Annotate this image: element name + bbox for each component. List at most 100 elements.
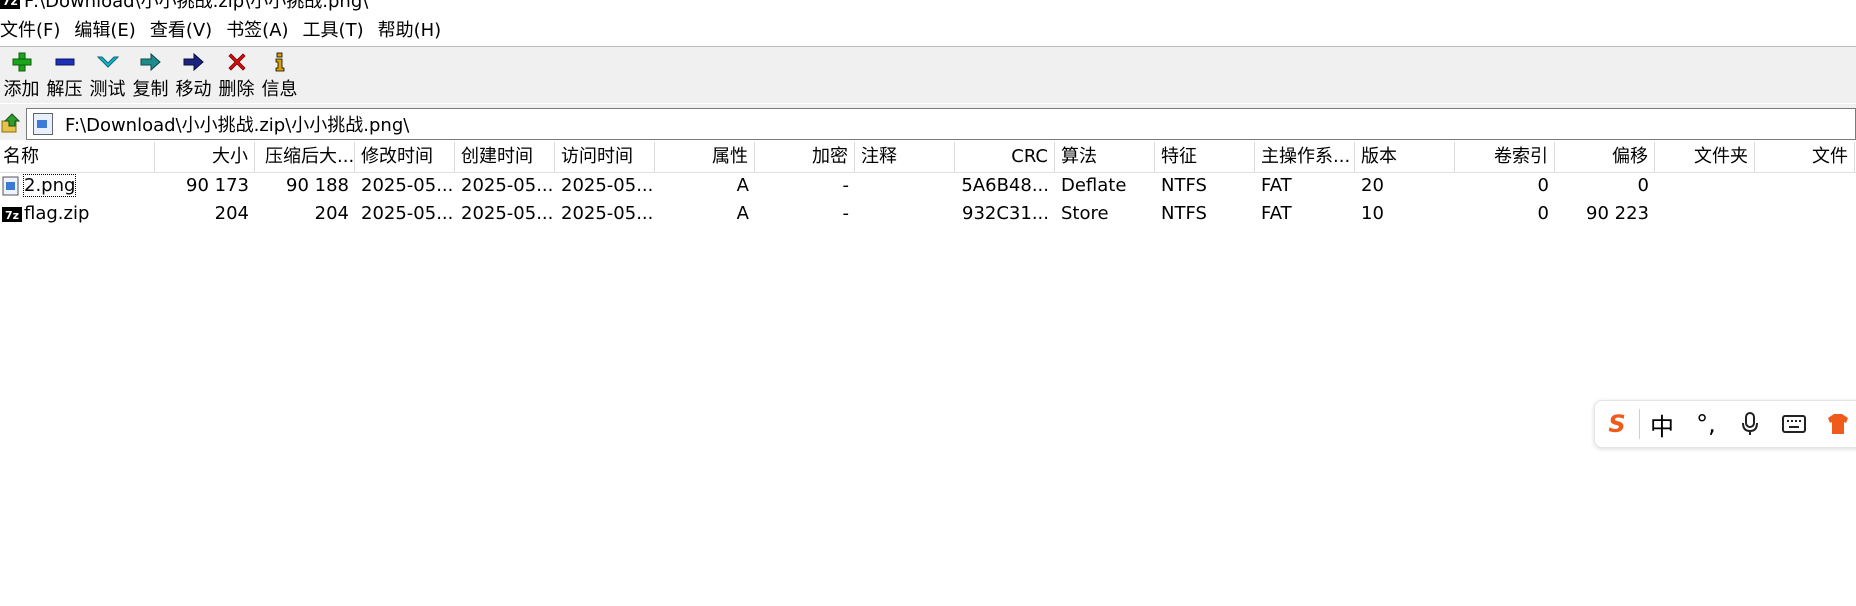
column-header-folders[interactable]: 文件夹 (1655, 142, 1755, 172)
toolbar: 添加 解压 测试 复制 移动 删除 信息 (0, 46, 1856, 103)
column-header-packed-size[interactable]: 压缩后大... (255, 142, 355, 172)
svg-text:7z: 7z (5, 209, 19, 222)
image-file-icon (2, 176, 20, 196)
menu-edit[interactable]: 编辑(E) (74, 16, 135, 42)
extract-button[interactable]: 解压 (43, 47, 86, 103)
file-modified: 2025-05... (361, 203, 454, 224)
test-button-label: 测试 (89, 79, 126, 100)
file-created: 2025-05... (461, 175, 554, 196)
column-header-attributes[interactable]: 属性 (655, 142, 755, 172)
sogou-logo-icon[interactable]: S (1595, 401, 1639, 447)
file-accessed: 2025-05... (561, 175, 654, 196)
menu-tools[interactable]: 工具(T) (303, 16, 364, 42)
file-comment (855, 200, 955, 228)
file-size: 204 (214, 203, 249, 224)
test-button[interactable]: 测试 (86, 47, 129, 103)
menu-bar: 文件(F) 编辑(E) 查看(V) 书签(A) 工具(T) 帮助(H) (0, 14, 1856, 44)
table-row[interactable]: 7z flag.zip 204 204 2025-05... 2025-05..… (0, 200, 1660, 228)
column-header-method[interactable]: 算法 (1055, 142, 1155, 172)
image-file-icon (33, 113, 53, 135)
menu-help[interactable]: 帮助(H) (378, 16, 442, 42)
file-name: flag.zip (24, 203, 90, 224)
keyboard-icon[interactable] (1772, 401, 1816, 447)
column-header-size[interactable]: 大小 (155, 142, 255, 172)
file-encrypted: - (842, 175, 850, 196)
file-packed-size: 204 (314, 203, 349, 224)
address-path: F:\Download\小小挑战.zip\小小挑战.png\ (65, 115, 410, 136)
column-header-encrypted[interactable]: 加密 (755, 142, 855, 172)
column-header-name[interactable]: 名称 (0, 142, 155, 172)
info-button-label: 信息 (261, 79, 298, 100)
up-folder-icon[interactable] (0, 112, 22, 134)
column-header-created[interactable]: 创建时间 (455, 142, 555, 172)
column-header-volume-index[interactable]: 卷索引 (1455, 142, 1555, 172)
column-header-characteristics[interactable]: 特征 (1155, 142, 1255, 172)
copy-button[interactable]: 复制 (129, 47, 172, 103)
column-header-files[interactable]: 文件 (1755, 142, 1855, 172)
microphone-icon[interactable] (1728, 401, 1772, 447)
file-volume-index: 0 (1537, 203, 1549, 224)
move-button[interactable]: 移动 (172, 47, 215, 103)
menu-file[interactable]: 文件(F) (0, 16, 60, 42)
skin-icon[interactable] (1816, 401, 1856, 447)
ime-logo: S (1608, 410, 1626, 438)
file-offset: 0 (1637, 175, 1649, 196)
list-header: 名称 大小 压缩后大... 修改时间 创建时间 访问时间 属性 加密 注释 CR… (0, 142, 1856, 173)
move-button-label: 移动 (175, 79, 212, 100)
info-icon (273, 49, 287, 75)
file-characteristics: NTFS (1161, 203, 1207, 224)
column-header-offset[interactable]: 偏移 (1555, 142, 1655, 172)
file-packed-size: 90 188 (286, 175, 349, 196)
file-accessed: 2025-05... (561, 203, 654, 224)
file-comment (855, 172, 955, 200)
delete-x-icon (227, 49, 247, 75)
file-size: 90 173 (186, 175, 249, 196)
plus-icon (12, 49, 32, 75)
address-row: F:\Download\小小挑战.zip\小小挑战.png\ (0, 104, 1856, 140)
column-header-comment[interactable]: 注释 (855, 142, 955, 172)
add-button[interactable]: 添加 (0, 47, 43, 103)
ime-punct: °, (1696, 410, 1716, 438)
info-button[interactable]: 信息 (258, 47, 301, 103)
column-header-accessed[interactable]: 访问时间 (555, 142, 655, 172)
file-characteristics: NTFS (1161, 175, 1207, 196)
title-bar: 7z F:\Download\小小挑战.zip\小小挑战.png\ (0, 0, 1856, 12)
column-header-modified[interactable]: 修改时间 (355, 142, 455, 172)
move-arrow-icon (183, 49, 205, 75)
file-crc: 932C31... (962, 203, 1049, 224)
punctuation-icon[interactable]: °, (1684, 401, 1728, 447)
extract-button-label: 解压 (46, 79, 83, 100)
file-version: 20 (1361, 175, 1384, 196)
column-header-version[interactable]: 版本 (1355, 142, 1455, 172)
copy-arrow-icon (140, 49, 162, 75)
file-host-os: FAT (1261, 175, 1292, 196)
chinese-mode-icon[interactable]: 中 (1640, 401, 1684, 447)
archive-file-icon: 7z (2, 204, 22, 224)
delete-button-label: 删除 (218, 79, 255, 100)
table-row[interactable]: 2.png 90 173 90 188 2025-05... 2025-05..… (0, 172, 1660, 200)
file-host-os: FAT (1261, 203, 1292, 224)
ime-toolbar: S 中 °, (1594, 400, 1856, 448)
menu-view[interactable]: 查看(V) (150, 16, 212, 42)
copy-button-label: 复制 (132, 79, 169, 100)
file-created: 2025-05... (461, 203, 554, 224)
file-volume-index: 0 (1537, 175, 1549, 196)
app-logo-icon: 7z (0, 0, 20, 9)
file-crc: 5A6B48... (961, 175, 1049, 196)
file-method: Store (1061, 203, 1109, 224)
minus-icon (55, 49, 75, 75)
column-header-host-os[interactable]: 主操作系... (1255, 142, 1355, 172)
file-attributes: A (736, 203, 749, 224)
add-button-label: 添加 (3, 79, 40, 100)
delete-button[interactable]: 删除 (215, 47, 258, 103)
file-name: 2.png (22, 174, 77, 197)
file-modified: 2025-05... (361, 175, 454, 196)
file-offset: 90 223 (1586, 203, 1649, 224)
file-version: 10 (1361, 203, 1384, 224)
file-encrypted: - (842, 203, 850, 224)
check-down-icon (96, 49, 119, 75)
column-header-crc[interactable]: CRC (955, 142, 1055, 172)
menu-bookmarks[interactable]: 书签(A) (226, 16, 288, 42)
ime-mode: 中 (1650, 412, 1674, 441)
address-bar[interactable]: F:\Download\小小挑战.zip\小小挑战.png\ (26, 108, 1856, 140)
